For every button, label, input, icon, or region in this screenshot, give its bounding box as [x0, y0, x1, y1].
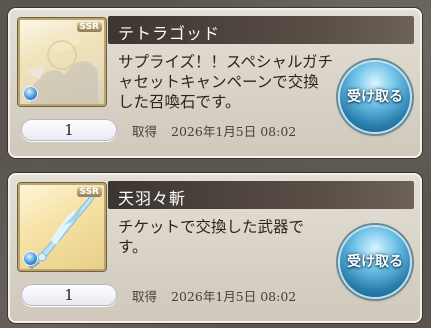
quantity-field: 1 — [21, 284, 117, 306]
acquired-label: 取得 — [132, 289, 158, 304]
receive-button[interactable]: 受け取る — [340, 227, 410, 297]
item-description: サプライズ！！スペシャルガチャセットキャンペーンで交換した召喚石です。 — [118, 53, 333, 111]
acquired-label: 取得 — [132, 124, 158, 139]
item-name-bar: 天羽々斬 — [108, 181, 414, 209]
item-name: テトラゴッド — [118, 24, 221, 43]
rarity-badge: SSR — [76, 187, 102, 197]
acquired-date: 2026年1月5日 08:02 — [171, 124, 297, 139]
rarity-badge: SSR — [76, 22, 102, 32]
acquired-date: 2026年1月5日 08:02 — [171, 289, 297, 304]
acquired-info: 取得 2026年1月5日 08:02 — [132, 121, 296, 140]
quantity-field: 1 — [21, 119, 117, 141]
element-icon — [23, 86, 38, 101]
item-name-bar: テトラゴッド — [108, 16, 414, 44]
element-icon — [23, 251, 38, 266]
weapon-thumbnail[interactable]: SSR — [18, 183, 106, 271]
acquired-info: 取得 2026年1月5日 08:02 — [132, 286, 296, 305]
gift-card: SSR テトラゴッド サプライズ！！スペシャルガチャセットキャンペーンで交換した… — [8, 8, 422, 158]
receive-button[interactable]: 受け取る — [340, 62, 410, 132]
summon-stone-thumbnail[interactable]: SSR — [18, 18, 106, 106]
gift-card: SSR 天羽々斬 チケットで交換した武器です。 1 取得 2026年1月5日 08… — [8, 173, 422, 323]
item-name: 天羽々斬 — [118, 189, 187, 208]
item-description: チケットで交換した武器です。 — [118, 218, 305, 256]
